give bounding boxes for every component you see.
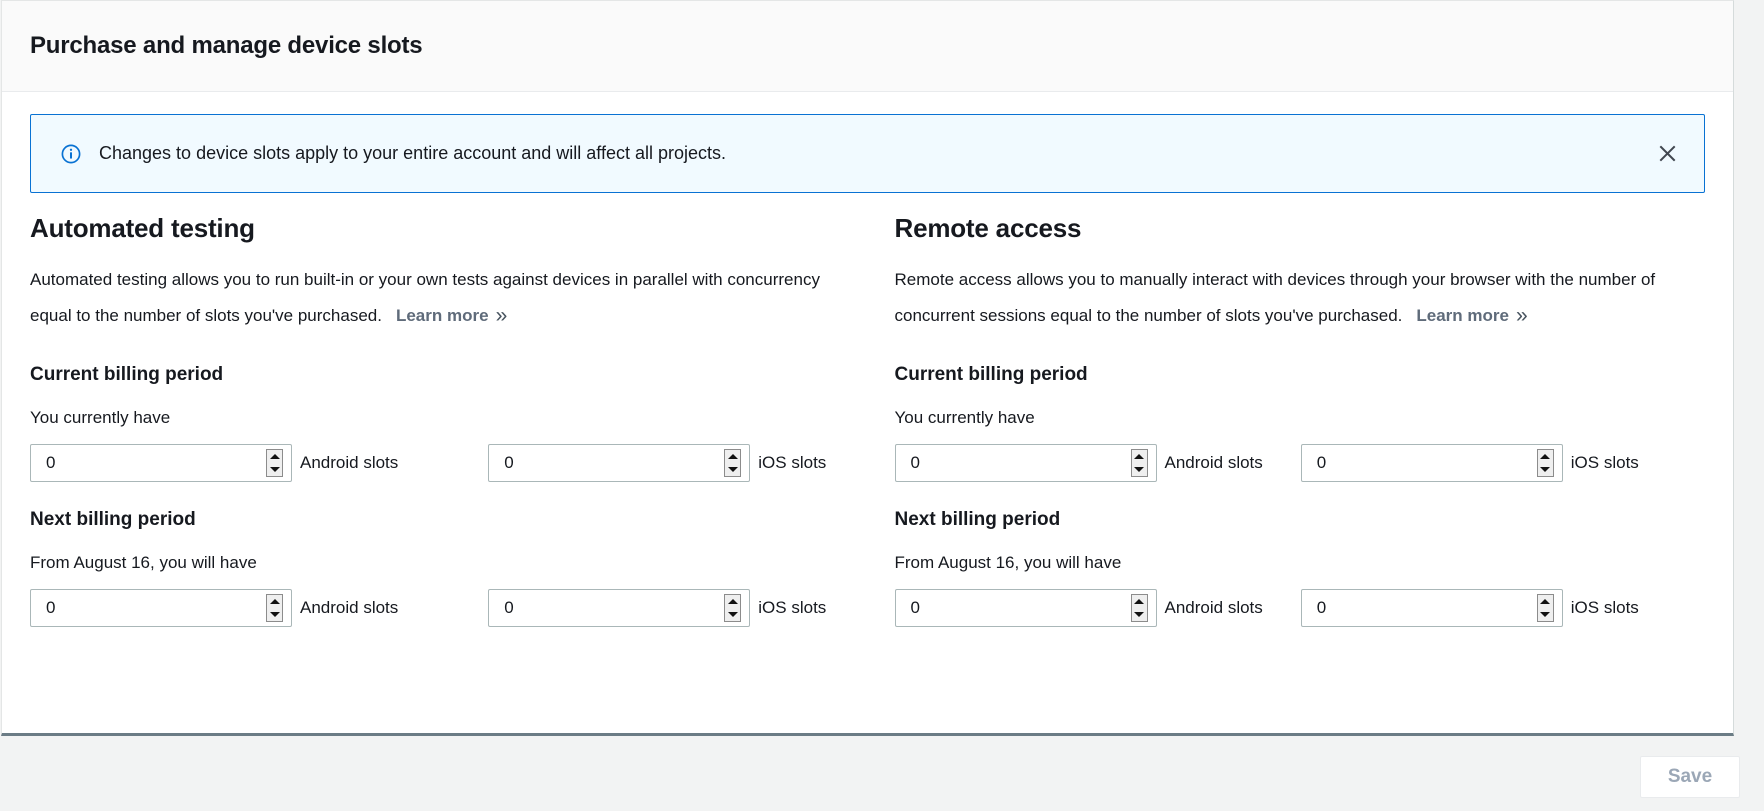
- ios-slots-label-current: iOS slots: [1571, 453, 1639, 473]
- android-slot-group-current: Android slots: [895, 444, 1263, 482]
- section-title: Automated testing: [30, 215, 828, 241]
- ios-slots-value-next[interactable]: [1302, 598, 1562, 618]
- android-slots-value-next[interactable]: [896, 598, 1156, 618]
- current-billing-period-label: You currently have: [30, 408, 828, 428]
- ios-slot-group-next: iOS slots: [1301, 589, 1639, 627]
- learn-more-label: Learn more: [396, 306, 489, 325]
- stepper-up[interactable]: [725, 595, 740, 608]
- android-slot-group-next: Android slots: [30, 589, 398, 627]
- chevron-double-right-icon: »: [496, 304, 506, 327]
- learn-more-label: Learn more: [1416, 306, 1509, 325]
- current-billing-period-label: You currently have: [895, 408, 1706, 428]
- section-remote-access: Remote access Remote access allows you t…: [868, 215, 1706, 627]
- android-slot-group-current: Android slots: [30, 444, 398, 482]
- ios-slots-stepper-current[interactable]: [1537, 449, 1554, 477]
- ios-slots-input-next[interactable]: [488, 589, 750, 627]
- ios-slots-value-current[interactable]: [489, 453, 749, 473]
- section-description: Automated testing allows you to run buil…: [30, 263, 828, 337]
- android-slots-stepper-current[interactable]: [266, 449, 283, 477]
- android-slots-stepper-next[interactable]: [266, 594, 283, 622]
- current-billing-period-heading: Current billing period: [30, 364, 828, 386]
- ios-slot-group-current: iOS slots: [1301, 444, 1639, 482]
- android-slots-input-next[interactable]: [895, 589, 1157, 627]
- android-slot-group-next: Android slots: [895, 589, 1263, 627]
- android-slots-label-current: Android slots: [300, 453, 398, 473]
- section-description-text: Remote access allows you to manually int…: [895, 270, 1656, 325]
- stepper-up[interactable]: [1538, 450, 1553, 463]
- ios-slots-input-current[interactable]: [488, 444, 750, 482]
- next-billing-slot-row: Android slots iOS slots: [895, 589, 1706, 627]
- stepper-down[interactable]: [725, 608, 740, 621]
- next-billing-period-label: From August 16, you will have: [30, 553, 828, 573]
- ios-slots-label-next: iOS slots: [1571, 598, 1639, 618]
- android-slots-stepper-current[interactable]: [1131, 449, 1148, 477]
- ios-slots-stepper-next[interactable]: [1537, 594, 1554, 622]
- stepper-down[interactable]: [1538, 608, 1553, 621]
- ios-slots-value-next[interactable]: [489, 598, 749, 618]
- ios-slots-label-current: iOS slots: [758, 453, 826, 473]
- android-slots-value-next[interactable]: [31, 598, 291, 618]
- page-title: Purchase and manage device slots: [30, 32, 422, 60]
- stepper-up[interactable]: [1132, 450, 1147, 463]
- card-body: Changes to device slots apply to your en…: [2, 114, 1733, 755]
- android-slots-label-next: Android slots: [1165, 598, 1263, 618]
- stepper-down[interactable]: [267, 463, 282, 476]
- stepper-up[interactable]: [1132, 595, 1147, 608]
- android-slots-input-next[interactable]: [30, 589, 292, 627]
- learn-more-link[interactable]: Learn more »: [1416, 306, 1525, 325]
- ios-slots-value-current[interactable]: [1302, 453, 1562, 473]
- stepper-up[interactable]: [1538, 595, 1553, 608]
- current-billing-slot-row: Android slots iOS slots: [30, 444, 828, 482]
- info-circle-icon: [61, 144, 81, 164]
- info-alert: Changes to device slots apply to your en…: [30, 114, 1705, 193]
- save-button[interactable]: Save: [1640, 756, 1740, 798]
- ios-slot-group-next: iOS slots: [488, 589, 826, 627]
- next-billing-period-heading: Next billing period: [30, 509, 828, 531]
- stepper-down[interactable]: [725, 463, 740, 476]
- stepper-up[interactable]: [725, 450, 740, 463]
- android-slots-input-current[interactable]: [895, 444, 1157, 482]
- stepper-down[interactable]: [1538, 463, 1553, 476]
- stepper-up[interactable]: [267, 595, 282, 608]
- device-slots-card: Purchase and manage device slots Changes…: [1, 0, 1734, 736]
- stepper-down[interactable]: [1132, 463, 1147, 476]
- card-header: Purchase and manage device slots: [2, 1, 1733, 92]
- next-billing-slot-row: Android slots iOS slots: [30, 589, 828, 627]
- android-slots-label-current: Android slots: [1165, 453, 1263, 473]
- android-slots-input-current[interactable]: [30, 444, 292, 482]
- alert-message: Changes to device slots apply to your en…: [99, 142, 726, 165]
- next-billing-period-label: From August 16, you will have: [895, 553, 1706, 573]
- section-title: Remote access: [895, 215, 1706, 241]
- ios-slots-stepper-current[interactable]: [724, 449, 741, 477]
- android-slots-value-current[interactable]: [896, 453, 1156, 473]
- ios-slots-label-next: iOS slots: [758, 598, 826, 618]
- footer-bar: Save: [0, 739, 1764, 811]
- learn-more-link[interactable]: Learn more »: [396, 306, 505, 325]
- current-billing-period-heading: Current billing period: [895, 364, 1706, 386]
- stepper-up[interactable]: [267, 450, 282, 463]
- section-description: Remote access allows you to manually int…: [895, 263, 1706, 337]
- ios-slot-group-current: iOS slots: [488, 444, 826, 482]
- sections-columns: Automated testing Automated testing allo…: [30, 215, 1705, 627]
- section-automated-testing: Automated testing Automated testing allo…: [30, 215, 868, 627]
- stepper-down[interactable]: [1132, 608, 1147, 621]
- chevron-double-right-icon: »: [1516, 304, 1526, 327]
- ios-slots-input-next[interactable]: [1301, 589, 1563, 627]
- ios-slots-stepper-next[interactable]: [724, 594, 741, 622]
- ios-slots-input-current[interactable]: [1301, 444, 1563, 482]
- next-billing-period-heading: Next billing period: [895, 509, 1706, 531]
- android-slots-stepper-next[interactable]: [1131, 594, 1148, 622]
- android-slots-label-next: Android slots: [300, 598, 398, 618]
- close-icon[interactable]: [1652, 139, 1682, 169]
- stepper-down[interactable]: [267, 608, 282, 621]
- current-billing-slot-row: Android slots iOS slots: [895, 444, 1706, 482]
- android-slots-value-current[interactable]: [31, 453, 291, 473]
